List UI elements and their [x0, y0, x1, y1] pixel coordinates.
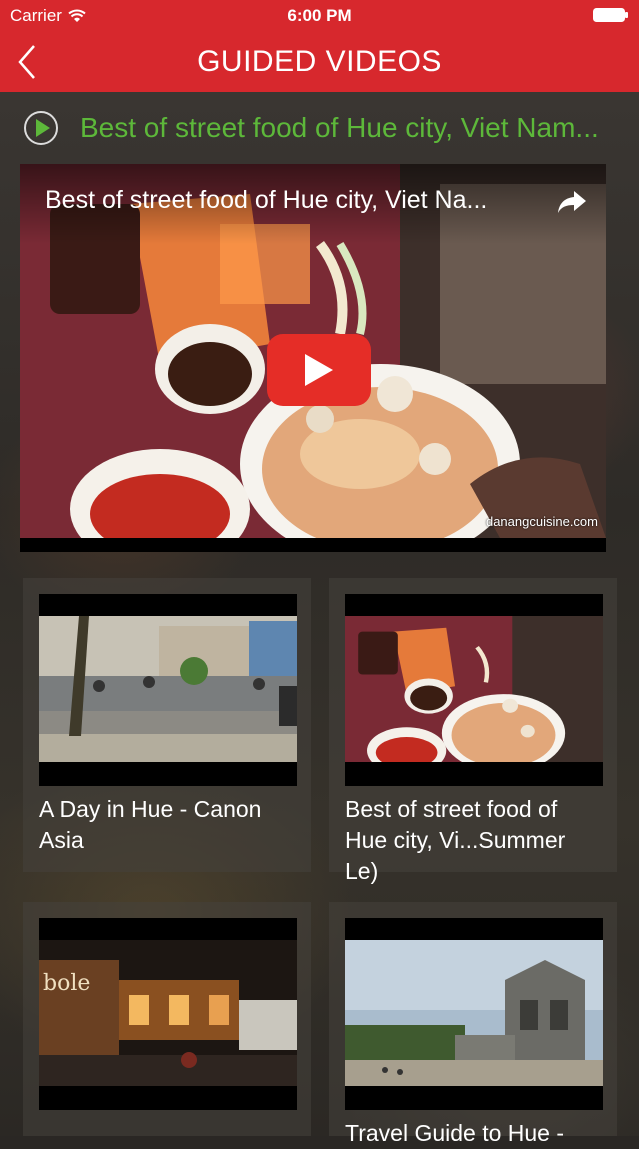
now-playing-title: Best of street food of Hue city, Viet Na…: [80, 112, 599, 143]
video-card[interactable]: Travel Guide to Hue -: [329, 902, 617, 1146]
video-card-thumbnail: bole: [39, 918, 297, 1110]
video-card-thumbnail: [345, 594, 603, 786]
share-icon[interactable]: [556, 188, 588, 216]
now-playing-row[interactable]: Best of street food of Hue city, Viet Na…: [22, 108, 622, 148]
tomb-monument-image: [345, 940, 603, 1086]
food-bowl-image: [345, 616, 603, 762]
video-card-thumbnail: [345, 918, 603, 1110]
page-title: GUIDED VIDEOS: [197, 45, 442, 78]
youtube-play-button[interactable]: [267, 334, 371, 406]
play-circle-icon: [24, 111, 58, 145]
video-card-caption: Best of street food of Hue city, Vi...Su…: [345, 796, 566, 884]
video-card-caption: A Day in Hue - Canon Asia: [39, 796, 262, 853]
status-bar: Carrier 6:00 PM: [0, 0, 639, 32]
video-watermark: danangcuisine.com: [485, 514, 598, 529]
navigation-header: Carrier 6:00 PM GUIDED VIDEOS: [0, 0, 639, 92]
video-card[interactable]: Best of street food of Hue city, Vi...Su…: [329, 578, 617, 884]
play-icon: [305, 354, 333, 386]
svg-text:bole: bole: [43, 971, 90, 996]
night-street-image: bole: [39, 940, 297, 1086]
battery-icon: [593, 8, 628, 22]
street-scene-image: [39, 616, 297, 762]
video-card-caption: Travel Guide to Hue -: [345, 1120, 565, 1146]
player-video-title: Best of street food of Hue city, Viet Na…: [45, 186, 488, 214]
video-card[interactable]: bole: [23, 902, 311, 1136]
status-time: 6:00 PM: [287, 6, 352, 25]
video-card[interactable]: A Day in Hue - Canon Asia: [23, 578, 311, 872]
video-player[interactable]: Best of street food of Hue city, Viet Na…: [20, 164, 606, 552]
video-card-thumbnail: [39, 594, 297, 786]
